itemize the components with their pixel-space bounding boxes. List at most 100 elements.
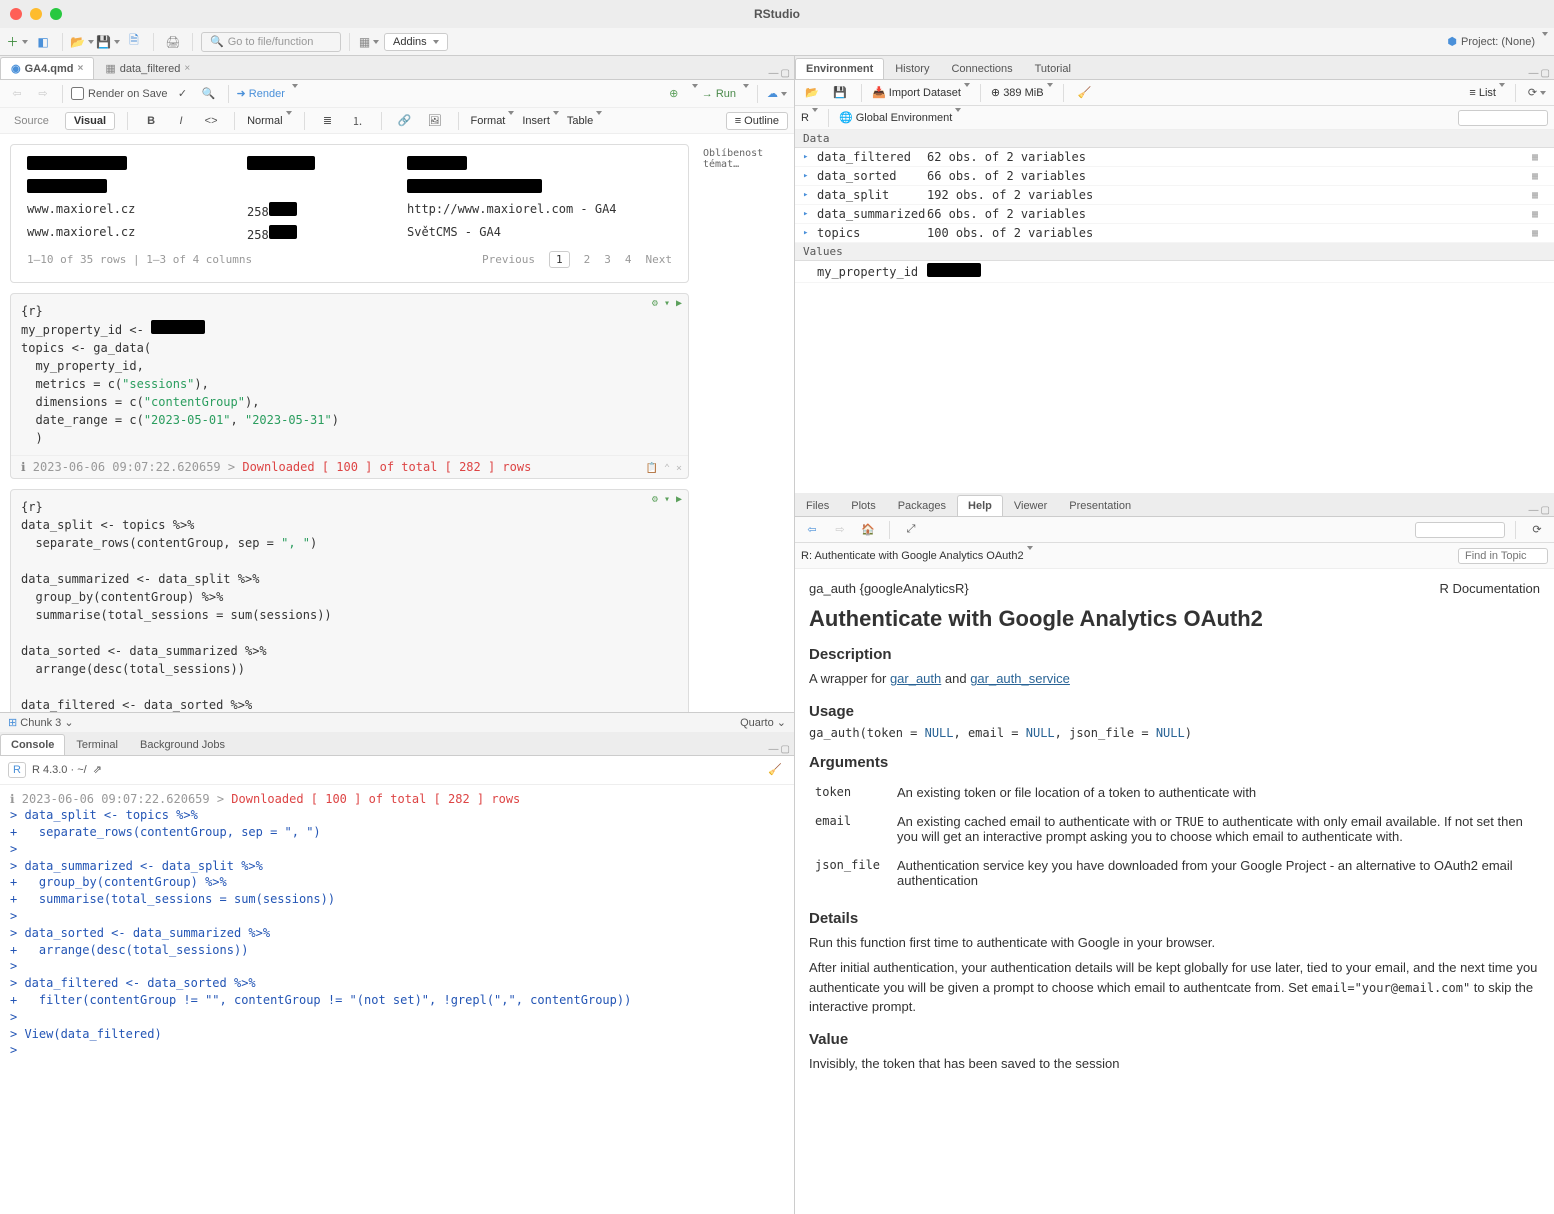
env-row[interactable]: ▸data_summarized66 obs. of 2 variables▦ (795, 205, 1554, 224)
minimize-pane-icon[interactable]: — (1529, 505, 1539, 516)
editor-body[interactable]: www.maxiorel.cz 258 http://www.maxiorel.… (0, 134, 794, 712)
env-row[interactable]: ▸data_filtered62 obs. of 2 variables▦ (795, 148, 1554, 167)
tab-ga4-qmd[interactable]: ◉GA4.qmd× (0, 57, 94, 79)
clear-console-button[interactable]: 🧹 (764, 760, 786, 780)
pager-next[interactable]: Next (646, 253, 673, 266)
output-clear-icon[interactable]: 📋 (645, 463, 657, 474)
close-icon[interactable]: × (184, 63, 190, 74)
bullet-list-button[interactable]: ≣ (317, 111, 339, 131)
spellcheck-button[interactable]: ✓ (172, 84, 194, 104)
code-button[interactable]: <> (200, 111, 222, 131)
italic-button[interactable]: I (170, 111, 192, 131)
save-workspace-button[interactable]: 💾 (829, 83, 851, 103)
code-chunk-1[interactable]: ⚙▾▶ {r} my_property_id <- topics <- ga_d… (10, 293, 689, 479)
chunk-run-above-icon[interactable]: ▾ (664, 494, 670, 505)
chunk-run-above-icon[interactable]: ▾ (664, 298, 670, 309)
output-collapse-icon[interactable]: ⌃ (664, 463, 670, 474)
find-button[interactable]: 🔍 (198, 84, 220, 104)
visual-mode-button[interactable]: Visual (65, 112, 115, 130)
forward-button[interactable]: ⇨ (32, 84, 54, 104)
grid-button[interactable]: ▦ (358, 32, 380, 52)
chunk-settings-icon[interactable]: ⚙ (652, 494, 658, 505)
tab-files[interactable]: Files (795, 495, 840, 516)
minimize-window-button[interactable] (30, 8, 42, 20)
env-row[interactable]: my_property_id (795, 261, 1554, 283)
tab-background-jobs[interactable]: Background Jobs (129, 734, 236, 755)
output-close-icon[interactable]: × (676, 463, 682, 474)
tab-data-filtered[interactable]: ▦data_filtered× (94, 57, 201, 79)
help-back-button[interactable]: ⇦ (801, 520, 823, 540)
env-row[interactable]: ▸data_split192 obs. of 2 variables▦ (795, 186, 1554, 205)
tab-viewer[interactable]: Viewer (1003, 495, 1058, 516)
pager-1[interactable]: 1 (549, 251, 570, 268)
help-breadcrumb[interactable]: R: Authenticate with Google Analytics OA… (801, 550, 1033, 562)
env-scope-select[interactable]: 🌐 Global Environment (839, 111, 961, 124)
outline-button[interactable]: ≡ Outline (726, 112, 788, 130)
publish-button[interactable]: ☁ (766, 84, 788, 104)
minimize-pane-icon[interactable]: — (769, 744, 779, 755)
env-row[interactable]: ▸data_sorted66 obs. of 2 variables▦ (795, 167, 1554, 186)
pager-4[interactable]: 4 (625, 253, 632, 266)
env-view-mode[interactable]: ≡ List (1469, 87, 1505, 99)
code-chunk-2[interactable]: ⌄ ⚙▾▶ {r} data_split <- topics %>% separ… (10, 489, 689, 712)
find-in-topic-input[interactable] (1458, 548, 1548, 564)
close-icon[interactable]: × (78, 63, 84, 74)
pager-3[interactable]: 3 (604, 253, 611, 266)
console-dir-icon[interactable]: ⇗ (93, 763, 102, 776)
help-popout-button[interactable]: ⤢ (900, 520, 922, 540)
chunk-settings-icon[interactable]: ⚙ (652, 298, 658, 309)
help-search-input[interactable] (1415, 522, 1505, 538)
tab-plots[interactable]: Plots (840, 495, 886, 516)
maximize-window-button[interactable] (50, 8, 62, 20)
refresh-env-button[interactable]: ⟳ (1526, 83, 1548, 103)
back-button[interactable]: ⇦ (6, 84, 28, 104)
maximize-pane-icon[interactable]: ▢ (781, 68, 790, 79)
maximize-pane-icon[interactable]: ▢ (781, 744, 790, 755)
project-menu[interactable]: ⬢Project: (None) (1447, 35, 1548, 48)
new-file-button[interactable]: ＋ (6, 32, 28, 52)
close-window-button[interactable] (10, 8, 22, 20)
maximize-pane-icon[interactable]: ▢ (1541, 505, 1550, 516)
image-button[interactable]: 🖼 (424, 111, 446, 131)
tab-packages[interactable]: Packages (887, 495, 957, 516)
env-search-input[interactable] (1458, 110, 1548, 126)
bold-button[interactable]: B (140, 111, 162, 131)
table-menu[interactable]: Table (567, 115, 602, 127)
tab-console[interactable]: Console (0, 734, 65, 755)
load-workspace-button[interactable]: 📂 (801, 83, 823, 103)
gar-auth-service-link[interactable]: gar_auth_service (970, 671, 1070, 686)
render-menu[interactable] (289, 88, 298, 100)
pager-2[interactable]: 2 (584, 253, 591, 266)
env-row[interactable]: ▸topics100 obs. of 2 variables▦ (795, 224, 1554, 243)
open-file-button[interactable]: 📂 (71, 32, 93, 52)
help-forward-button[interactable]: ⇨ (829, 520, 851, 540)
tab-help[interactable]: Help (957, 495, 1003, 516)
maximize-pane-icon[interactable]: ▢ (1541, 68, 1550, 79)
save-all-button[interactable]: 🗎 (123, 32, 145, 52)
insert-menu[interactable]: Insert (522, 115, 559, 127)
console-body[interactable]: ℹ 2023-06-06 09:07:22.620659 > Downloade… (0, 785, 794, 1214)
help-refresh-button[interactable]: ⟳ (1526, 520, 1548, 540)
goto-file-input[interactable]: 🔍Go to file/function (201, 32, 341, 52)
help-body[interactable]: ga_auth {googleAnalyticsR} R Documentati… (795, 569, 1554, 1214)
format-menu[interactable]: Format (471, 115, 515, 127)
render-button[interactable]: ➜ Render (237, 87, 285, 100)
new-project-button[interactable]: ◧ (32, 32, 54, 52)
clear-env-button[interactable]: 🧹 (1074, 83, 1096, 103)
render-on-save-checkbox[interactable] (71, 87, 84, 100)
chunk-run-icon[interactable]: ▶ (676, 494, 682, 505)
tab-terminal[interactable]: Terminal (65, 734, 129, 755)
tab-environment[interactable]: Environment (795, 58, 884, 79)
pager-prev[interactable]: Previous (482, 253, 535, 266)
save-button[interactable]: 💾 (97, 32, 119, 52)
env-lang-select[interactable]: R (801, 112, 818, 124)
addins-menu[interactable]: Addins (384, 33, 448, 51)
import-dataset-menu[interactable]: 📥 Import Dataset (872, 86, 970, 99)
link-button[interactable]: 🔗 (394, 111, 416, 131)
mem-usage[interactable]: ⊕ 389 MiB (991, 86, 1053, 99)
tab-tutorial[interactable]: Tutorial (1024, 58, 1082, 79)
style-select[interactable]: Normal (247, 115, 291, 127)
run-button[interactable]: → Run (702, 88, 736, 100)
tab-history[interactable]: History (884, 58, 940, 79)
minimize-pane-icon[interactable]: — (769, 68, 779, 79)
